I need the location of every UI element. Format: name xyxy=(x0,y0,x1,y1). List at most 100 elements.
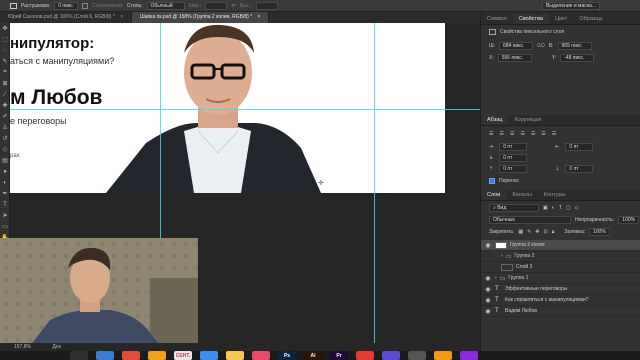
dock-app-icon[interactable] xyxy=(356,351,374,360)
crop-tool-icon[interactable]: ⌗ xyxy=(0,67,10,78)
dock-app-icon[interactable] xyxy=(200,351,218,360)
dock-app-icon[interactable]: Ai xyxy=(304,351,322,360)
lock-artboard-icon[interactable]: ⊡ xyxy=(543,229,547,235)
fill-field[interactable]: 100% xyxy=(589,228,610,236)
chevron-right-icon[interactable]: › xyxy=(501,253,503,259)
antialias-checkbox[interactable] xyxy=(82,2,89,9)
dodge-tool-icon[interactable]: ◐ xyxy=(0,177,10,188)
tab-channels[interactable]: Каналы xyxy=(506,190,538,200)
pen-tool-icon[interactable]: ✒ xyxy=(0,188,10,199)
blur-tool-icon[interactable]: ● xyxy=(0,166,10,177)
dock-app-icon[interactable]: Ps xyxy=(278,351,296,360)
dock-app-icon[interactable] xyxy=(252,351,270,360)
lasso-tool-icon[interactable]: ◌ xyxy=(0,45,10,56)
layer-filter-select[interactable]: ⌕ Вид xyxy=(489,204,539,212)
opacity-field[interactable]: 100% xyxy=(618,216,640,224)
filter-smart-icon[interactable]: ◇ xyxy=(575,205,579,211)
dock-app-icon[interactable] xyxy=(226,351,244,360)
dock-app-icon[interactable] xyxy=(382,351,400,360)
quick-select-tool-icon[interactable]: ✎ xyxy=(0,56,10,67)
first-line-field[interactable]: 0 пт xyxy=(499,154,528,162)
space-after-field[interactable]: 0 пт xyxy=(565,165,594,173)
tab-swatches[interactable]: Образцы xyxy=(573,14,608,24)
lock-paint-icon[interactable]: ✎ xyxy=(527,229,531,235)
dock-app-icon[interactable] xyxy=(148,351,166,360)
filter-pixel-icon[interactable]: ▣ xyxy=(543,205,548,211)
filter-shape-icon[interactable]: ▢ xyxy=(566,205,571,211)
height-field[interactable]: 969 пикс. xyxy=(557,42,592,50)
eyedropper-tool-icon[interactable]: ⁄ xyxy=(0,89,10,100)
align-left-icon[interactable]: ☰ xyxy=(489,131,493,137)
eye-icon[interactable]: ◉ xyxy=(481,308,495,315)
eye-icon[interactable]: ◉ xyxy=(481,275,495,282)
stamp-tool-icon[interactable]: ♙ xyxy=(0,122,10,133)
layer-row[interactable]: ◉ T Эффективные переговоры xyxy=(481,284,640,295)
space-before-field[interactable]: 0 пт xyxy=(499,165,528,173)
justify-all-icon[interactable]: ☰ xyxy=(552,131,556,137)
justify-right-icon[interactable]: ☰ xyxy=(541,131,545,137)
align-right-icon[interactable]: ☰ xyxy=(510,131,514,137)
link-icon[interactable]: GO xyxy=(537,43,545,49)
select-and-mask-button[interactable]: Выделение и маска... xyxy=(541,1,600,10)
lock-position-icon[interactable]: ✥ xyxy=(535,229,539,235)
lock-pixels-icon[interactable]: ▦ xyxy=(518,229,523,235)
align-center-icon[interactable]: ☰ xyxy=(499,131,503,137)
eye-icon[interactable]: ◉ xyxy=(481,286,495,293)
x-field[interactable]: 556 пикс. xyxy=(497,54,532,62)
close-icon[interactable]: × xyxy=(258,14,261,20)
doc-tab-2[interactable]: Шапка пк.psd @ 158% (Группа 2 копия, RGB… xyxy=(132,12,270,23)
dock-app-icon[interactable] xyxy=(96,351,114,360)
layer-row[interactable]: ◉ Группа 2 копия xyxy=(481,240,640,251)
doc-tab-1[interactable]: Юрий Соколов.psd @ 100% (Слой 6, RGB/8) … xyxy=(0,12,133,23)
y-field[interactable]: -48 пикс. xyxy=(560,54,595,62)
layer-row[interactable]: › ▭ Группа 2 xyxy=(481,251,640,262)
style-select[interactable]: Обычный xyxy=(146,1,185,10)
frame-tool-icon[interactable]: ⊠ xyxy=(0,78,10,89)
marquee-tool-icon[interactable] xyxy=(10,2,17,9)
marquee-tool-icon[interactable]: ⬚ xyxy=(0,34,10,45)
justify-left-icon[interactable]: ☰ xyxy=(520,131,524,137)
tab-character[interactable]: Символ xyxy=(481,14,513,24)
filter-type-icon[interactable]: T xyxy=(559,205,562,211)
brush-tool-icon[interactable]: ✐ xyxy=(0,111,10,122)
layer-row[interactable]: Слой 3 xyxy=(481,262,640,273)
type-tool-icon[interactable]: T xyxy=(0,199,10,210)
zoom-level[interactable]: 157,8% xyxy=(14,344,31,350)
dock-app-icon[interactable] xyxy=(408,351,426,360)
document-canvas[interactable]: нипулятор: аться с манипуляциями? м Любо… xyxy=(10,23,445,193)
tab-paragraph[interactable]: Абзац xyxy=(481,115,509,125)
dock-app-icon[interactable] xyxy=(122,351,140,360)
tab-adjustments[interactable]: Коррекция xyxy=(508,115,547,125)
eye-icon[interactable]: ◉ xyxy=(481,242,495,249)
dock-app-icon[interactable] xyxy=(434,351,452,360)
layer-row[interactable]: ◉ T Вадим Любов xyxy=(481,306,640,317)
lock-all-icon[interactable]: 🔒︎ xyxy=(552,229,555,235)
history-brush-tool-icon[interactable]: ↺ xyxy=(0,133,10,144)
height-input[interactable] xyxy=(255,1,278,10)
tab-paths[interactable]: Контуры xyxy=(538,190,572,200)
width-field[interactable]: 684 пикс. xyxy=(498,42,533,50)
indent-right-field[interactable]: 0 пт xyxy=(565,143,594,151)
close-icon[interactable]: × xyxy=(120,14,123,20)
dock-app-icon[interactable]: Pr xyxy=(330,351,348,360)
eye-icon[interactable]: ◉ xyxy=(481,297,495,304)
guide-vertical[interactable] xyxy=(374,23,375,343)
layer-row[interactable]: ◉ T Как справляться с манипуляциями? xyxy=(481,295,640,306)
dock-app-icon[interactable] xyxy=(460,351,478,360)
indent-left-field[interactable]: 0 пт xyxy=(499,143,528,151)
tab-color[interactable]: Цвет xyxy=(549,14,573,24)
guide-horizontal[interactable] xyxy=(10,109,480,110)
dock-app-icon[interactable]: СЕНТ. xyxy=(174,351,192,360)
layer-row[interactable]: ◉ › ▭ Группа 1 xyxy=(481,273,640,284)
shape-tool-icon[interactable]: ▭ xyxy=(0,221,10,232)
swap-icon[interactable]: ⇄ xyxy=(231,3,235,9)
tab-properties[interactable]: Свойства xyxy=(512,14,549,24)
width-input[interactable] xyxy=(205,1,228,10)
blend-mode-select[interactable]: Обычные xyxy=(489,216,571,224)
tab-layers[interactable]: Слои xyxy=(481,190,507,200)
feather-input[interactable]: 0 пикс. xyxy=(54,1,79,10)
justify-center-icon[interactable]: ☰ xyxy=(531,131,535,137)
eraser-tool-icon[interactable]: ◇ xyxy=(0,144,10,155)
healing-brush-tool-icon[interactable]: ✚ xyxy=(0,100,10,111)
chevron-right-icon[interactable]: › xyxy=(495,275,497,281)
